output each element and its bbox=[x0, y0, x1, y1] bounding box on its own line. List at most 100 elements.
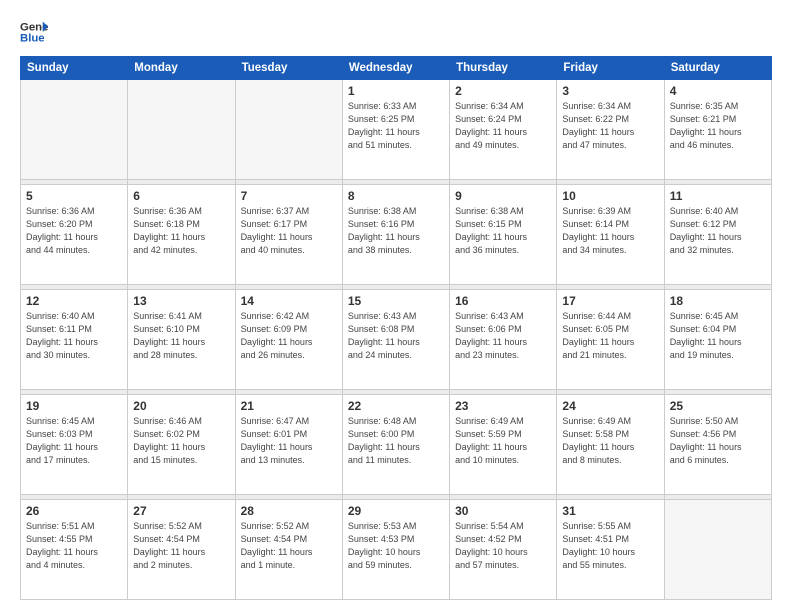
day-info: Sunrise: 6:45 AM Sunset: 6:04 PM Dayligh… bbox=[670, 310, 766, 362]
day-info: Sunrise: 6:38 AM Sunset: 6:16 PM Dayligh… bbox=[348, 205, 444, 257]
day-info: Sunrise: 6:42 AM Sunset: 6:09 PM Dayligh… bbox=[241, 310, 337, 362]
week-row-3: 12 Sunrise: 6:40 AM Sunset: 6:11 PM Dayli… bbox=[21, 289, 772, 389]
day-number: 8 bbox=[348, 189, 444, 203]
day-number: 10 bbox=[562, 189, 658, 203]
day-info: Sunrise: 6:43 AM Sunset: 6:06 PM Dayligh… bbox=[455, 310, 551, 362]
calendar-cell bbox=[235, 80, 342, 180]
week-row-2: 5 Sunrise: 6:36 AM Sunset: 6:20 PM Daylig… bbox=[21, 184, 772, 284]
calendar-cell: 2 Sunrise: 6:34 AM Sunset: 6:24 PM Daylig… bbox=[450, 80, 557, 180]
day-number: 13 bbox=[133, 294, 229, 308]
day-info: Sunrise: 6:49 AM Sunset: 5:59 PM Dayligh… bbox=[455, 415, 551, 467]
calendar-table: SundayMondayTuesdayWednesdayThursdayFrid… bbox=[20, 56, 772, 600]
day-info: Sunrise: 6:36 AM Sunset: 6:18 PM Dayligh… bbox=[133, 205, 229, 257]
logo: General Blue bbox=[20, 18, 48, 46]
calendar-cell: 20 Sunrise: 6:46 AM Sunset: 6:02 PM Dayli… bbox=[128, 394, 235, 494]
day-info: Sunrise: 6:40 AM Sunset: 6:11 PM Dayligh… bbox=[26, 310, 122, 362]
day-number: 14 bbox=[241, 294, 337, 308]
calendar-cell: 21 Sunrise: 6:47 AM Sunset: 6:01 PM Dayli… bbox=[235, 394, 342, 494]
weekday-header-monday: Monday bbox=[128, 57, 235, 80]
day-number: 20 bbox=[133, 399, 229, 413]
weekday-header-saturday: Saturday bbox=[664, 57, 771, 80]
day-info: Sunrise: 6:40 AM Sunset: 6:12 PM Dayligh… bbox=[670, 205, 766, 257]
calendar-cell: 1Sunrise: 6:33 AM Sunset: 6:25 PM Daylig… bbox=[342, 80, 449, 180]
day-info: Sunrise: 6:49 AM Sunset: 5:58 PM Dayligh… bbox=[562, 415, 658, 467]
day-info: Sunrise: 6:34 AM Sunset: 6:22 PM Dayligh… bbox=[562, 100, 658, 152]
weekday-header-tuesday: Tuesday bbox=[235, 57, 342, 80]
calendar-page: General Blue SundayMondayTuesdayWednesda… bbox=[0, 0, 792, 612]
day-number: 25 bbox=[670, 399, 766, 413]
calendar-cell: 13 Sunrise: 6:41 AM Sunset: 6:10 PM Dayli… bbox=[128, 289, 235, 389]
day-number: 18 bbox=[670, 294, 766, 308]
calendar-cell: 12 Sunrise: 6:40 AM Sunset: 6:11 PM Dayli… bbox=[21, 289, 128, 389]
calendar-cell: 28Sunrise: 5:52 AM Sunset: 4:54 PM Dayli… bbox=[235, 499, 342, 599]
day-number: 11 bbox=[670, 189, 766, 203]
day-info: Sunrise: 6:45 AM Sunset: 6:03 PM Dayligh… bbox=[26, 415, 122, 467]
weekday-header-thursday: Thursday bbox=[450, 57, 557, 80]
calendar-cell: 14 Sunrise: 6:42 AM Sunset: 6:09 PM Dayli… bbox=[235, 289, 342, 389]
day-info: Sunrise: 6:44 AM Sunset: 6:05 PM Dayligh… bbox=[562, 310, 658, 362]
calendar-cell: 7 Sunrise: 6:37 AM Sunset: 6:17 PM Daylig… bbox=[235, 184, 342, 284]
svg-text:Blue: Blue bbox=[20, 33, 45, 45]
day-number: 27 bbox=[133, 504, 229, 518]
day-number: 7 bbox=[241, 189, 337, 203]
calendar-cell: 15 Sunrise: 6:43 AM Sunset: 6:08 PM Dayli… bbox=[342, 289, 449, 389]
header: General Blue bbox=[20, 18, 772, 46]
calendar-cell: 31Sunrise: 5:55 AM Sunset: 4:51 PM Dayli… bbox=[557, 499, 664, 599]
day-info: Sunrise: 5:53 AM Sunset: 4:53 PM Dayligh… bbox=[348, 520, 444, 572]
calendar-cell: 26 Sunrise: 5:51 AM Sunset: 4:55 PM Dayli… bbox=[21, 499, 128, 599]
day-info: Sunrise: 5:52 AM Sunset: 4:54 PM Dayligh… bbox=[133, 520, 229, 572]
day-info: Sunrise: 6:39 AM Sunset: 6:14 PM Dayligh… bbox=[562, 205, 658, 257]
week-row-4: 19 Sunrise: 6:45 AM Sunset: 6:03 PM Dayli… bbox=[21, 394, 772, 494]
calendar-cell: 9Sunrise: 6:38 AM Sunset: 6:15 PM Daylig… bbox=[450, 184, 557, 284]
day-number: 19 bbox=[26, 399, 122, 413]
calendar-cell: 4 Sunrise: 6:35 AM Sunset: 6:21 PM Daylig… bbox=[664, 80, 771, 180]
calendar-cell: 24 Sunrise: 6:49 AM Sunset: 5:58 PM Dayli… bbox=[557, 394, 664, 494]
day-info: Sunrise: 5:54 AM Sunset: 4:52 PM Dayligh… bbox=[455, 520, 551, 572]
day-number: 30 bbox=[455, 504, 551, 518]
day-number: 16 bbox=[455, 294, 551, 308]
calendar-cell: 29 Sunrise: 5:53 AM Sunset: 4:53 PM Dayli… bbox=[342, 499, 449, 599]
day-info: Sunrise: 6:36 AM Sunset: 6:20 PM Dayligh… bbox=[26, 205, 122, 257]
calendar-cell: 8 Sunrise: 6:38 AM Sunset: 6:16 PM Daylig… bbox=[342, 184, 449, 284]
day-number: 24 bbox=[562, 399, 658, 413]
day-info: Sunrise: 5:51 AM Sunset: 4:55 PM Dayligh… bbox=[26, 520, 122, 572]
weekday-header-sunday: Sunday bbox=[21, 57, 128, 80]
calendar-cell bbox=[128, 80, 235, 180]
day-info: Sunrise: 6:38 AM Sunset: 6:15 PM Dayligh… bbox=[455, 205, 551, 257]
weekday-header-wednesday: Wednesday bbox=[342, 57, 449, 80]
day-number: 4 bbox=[670, 84, 766, 98]
calendar-cell: 27 Sunrise: 5:52 AM Sunset: 4:54 PM Dayli… bbox=[128, 499, 235, 599]
calendar-cell: 19 Sunrise: 6:45 AM Sunset: 6:03 PM Dayli… bbox=[21, 394, 128, 494]
calendar-cell: 22Sunrise: 6:48 AM Sunset: 6:00 PM Dayli… bbox=[342, 394, 449, 494]
calendar-cell: 25 Sunrise: 5:50 AM Sunset: 4:56 PM Dayli… bbox=[664, 394, 771, 494]
day-number: 21 bbox=[241, 399, 337, 413]
calendar-cell: 23 Sunrise: 6:49 AM Sunset: 5:59 PM Dayli… bbox=[450, 394, 557, 494]
day-info: Sunrise: 6:43 AM Sunset: 6:08 PM Dayligh… bbox=[348, 310, 444, 362]
day-number: 12 bbox=[26, 294, 122, 308]
day-number: 5 bbox=[26, 189, 122, 203]
day-info: Sunrise: 6:47 AM Sunset: 6:01 PM Dayligh… bbox=[241, 415, 337, 467]
calendar-cell: 10 Sunrise: 6:39 AM Sunset: 6:14 PM Dayli… bbox=[557, 184, 664, 284]
day-info: Sunrise: 6:46 AM Sunset: 6:02 PM Dayligh… bbox=[133, 415, 229, 467]
day-number: 29 bbox=[348, 504, 444, 518]
calendar-cell: 17Sunrise: 6:44 AM Sunset: 6:05 PM Dayli… bbox=[557, 289, 664, 389]
day-info: Sunrise: 6:34 AM Sunset: 6:24 PM Dayligh… bbox=[455, 100, 551, 152]
calendar-cell: 11 Sunrise: 6:40 AM Sunset: 6:12 PM Dayli… bbox=[664, 184, 771, 284]
day-info: Sunrise: 6:48 AM Sunset: 6:00 PM Dayligh… bbox=[348, 415, 444, 467]
day-number: 15 bbox=[348, 294, 444, 308]
logo-icon: General Blue bbox=[20, 18, 48, 46]
day-number: 23 bbox=[455, 399, 551, 413]
calendar-cell: 5 Sunrise: 6:36 AM Sunset: 6:20 PM Daylig… bbox=[21, 184, 128, 284]
day-number: 2 bbox=[455, 84, 551, 98]
day-info: Sunrise: 6:33 AM Sunset: 6:25 PM Dayligh… bbox=[348, 100, 444, 152]
day-number: 26 bbox=[26, 504, 122, 518]
day-info: Sunrise: 6:35 AM Sunset: 6:21 PM Dayligh… bbox=[670, 100, 766, 152]
day-number: 6 bbox=[133, 189, 229, 203]
calendar-cell bbox=[664, 499, 771, 599]
day-number: 31 bbox=[562, 504, 658, 518]
day-info: Sunrise: 6:41 AM Sunset: 6:10 PM Dayligh… bbox=[133, 310, 229, 362]
day-info: Sunrise: 5:50 AM Sunset: 4:56 PM Dayligh… bbox=[670, 415, 766, 467]
day-info: Sunrise: 6:37 AM Sunset: 6:17 PM Dayligh… bbox=[241, 205, 337, 257]
day-number: 3 bbox=[562, 84, 658, 98]
week-row-1: 1Sunrise: 6:33 AM Sunset: 6:25 PM Daylig… bbox=[21, 80, 772, 180]
